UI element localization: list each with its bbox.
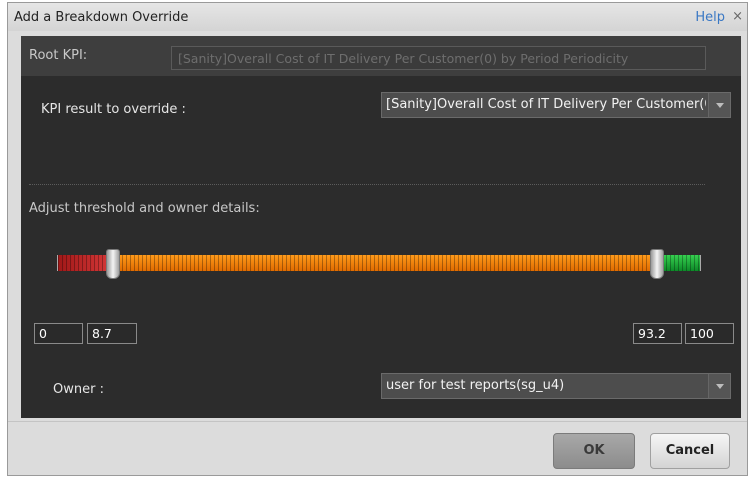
help-link[interactable]: Help <box>695 10 725 25</box>
owner-label: Owner : <box>53 382 104 397</box>
breakdown-override-dialog: Add a Breakdown Override Help × Root KPI… <box>7 2 748 476</box>
threshold-slider[interactable] <box>57 249 701 279</box>
kpi-result-dropdown-button[interactable] <box>708 93 730 117</box>
threshold-track <box>57 255 701 271</box>
threshold-min-field[interactable]: 0 <box>34 323 83 344</box>
root-kpi-label: Root KPI: <box>29 48 88 63</box>
chevron-down-icon <box>716 103 724 108</box>
threshold-max-field[interactable]: 100 <box>685 323 734 344</box>
owner-dropdown-button[interactable] <box>708 374 730 398</box>
kpi-result-selected-value: [Sanity]Overall Cost of IT Delivery Per … <box>386 97 706 112</box>
dialog-body-panel: Root KPI: [Sanity]Overall Cost of IT Del… <box>21 36 741 418</box>
close-icon[interactable]: × <box>732 9 743 24</box>
footer-separator <box>8 421 747 422</box>
threshold-section-label: Adjust threshold and owner details: <box>29 201 260 216</box>
kpi-result-select[interactable]: [Sanity]Overall Cost of IT Delivery Per … <box>381 92 731 118</box>
threshold-high-field[interactable]: 93.2 <box>633 323 682 344</box>
root-kpi-row: Root KPI: [Sanity]Overall Cost of IT Del… <box>21 36 741 76</box>
root-kpi-field: [Sanity]Overall Cost of IT Delivery Per … <box>171 46 706 70</box>
kpi-result-label: KPI result to override : <box>41 102 186 117</box>
dialog-titlebar: Add a Breakdown Override Help × <box>8 3 747 31</box>
ok-button[interactable]: OK <box>553 433 635 469</box>
chevron-down-icon <box>716 384 724 389</box>
threshold-zone-orange <box>113 255 657 271</box>
owner-select[interactable]: user for test reports(sg_u4) <box>381 373 731 399</box>
dialog-title: Add a Breakdown Override <box>14 10 189 25</box>
cancel-button[interactable]: Cancel <box>650 433 730 469</box>
threshold-low-handle[interactable] <box>106 249 121 279</box>
threshold-low-field[interactable]: 8.7 <box>87 323 137 344</box>
threshold-high-handle[interactable] <box>650 249 665 279</box>
section-divider <box>29 184 705 185</box>
owner-selected-value: user for test reports(sg_u4) <box>386 378 565 393</box>
